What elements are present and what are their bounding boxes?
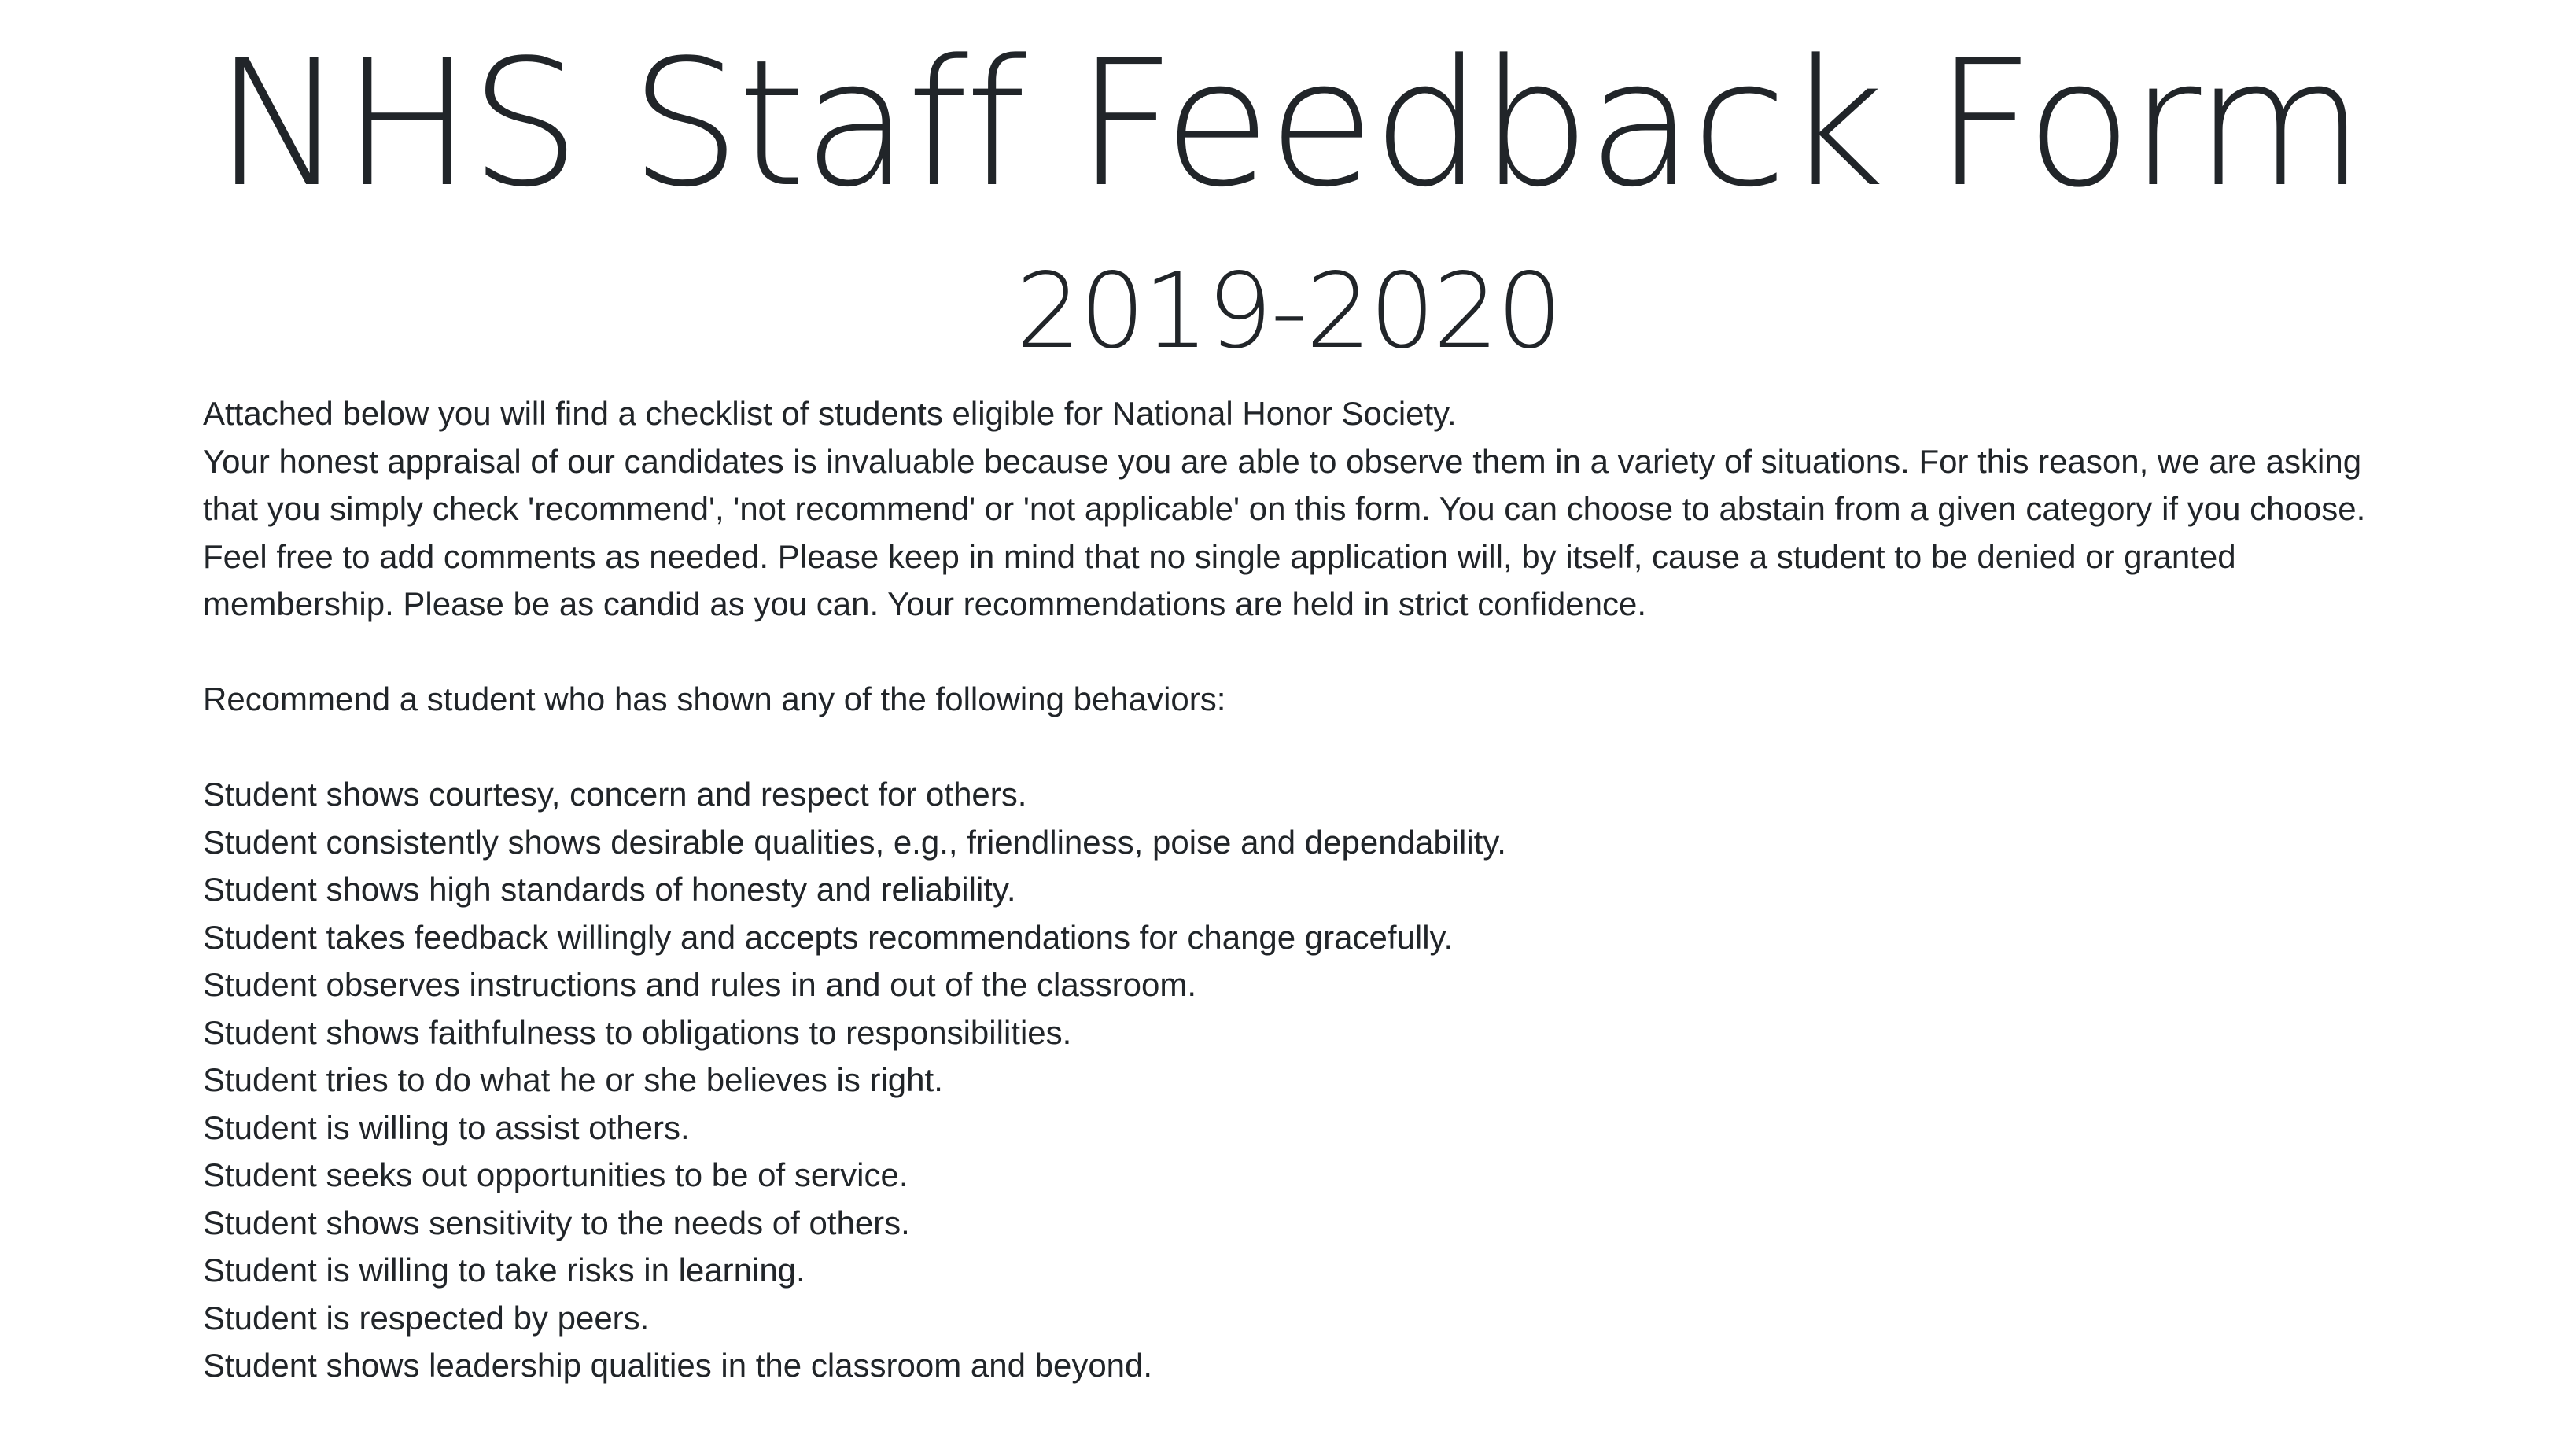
behavior-item: Student observes instructions and rules …: [203, 966, 1197, 1003]
behavior-item: Student shows courtesy, concern and resp…: [203, 776, 1027, 813]
behavior-item: Student tries to do what he or she belie…: [203, 1061, 943, 1098]
behavior-item: Student is willing to take risks in lear…: [203, 1252, 805, 1289]
page-title: NHS Staff Feedback Form: [214, 23, 2364, 226]
behavior-item: Student shows faithfulness to obligation…: [203, 1013, 1072, 1051]
intro-paragraph: Your honest appraisal of our candidates …: [203, 442, 2366, 623]
behavior-list: Student shows courtesy, concern and resp…: [203, 771, 2405, 1390]
behavior-item: Student shows high standards of honesty …: [203, 871, 1016, 908]
behavior-item: Student shows leadership qualities in th…: [203, 1347, 1153, 1384]
behavior-item: Student is willing to assist others.: [203, 1108, 690, 1146]
behavior-item: Student shows sensitivity to the needs o…: [203, 1204, 910, 1241]
page-subtitle-year: 2019-2020: [1015, 251, 1563, 372]
intro-line: Attached below you will find a checklist…: [203, 395, 1457, 432]
behavior-item: Student is respected by peers.: [203, 1299, 650, 1337]
recommend-heading: Recommend a student who has shown any of…: [203, 680, 1226, 717]
behavior-item: Student consistently shows desirable qua…: [203, 823, 1506, 861]
behavior-item: Student seeks out opportunities to be of…: [203, 1156, 908, 1193]
behavior-item: Student takes feedback willingly and acc…: [203, 918, 1454, 956]
feedback-form-page: NHS Staff Feedback Form 2019-2020 Attach…: [0, 0, 2576, 1449]
form-intro-content: Attached below you will find a checklist…: [203, 390, 2405, 1390]
